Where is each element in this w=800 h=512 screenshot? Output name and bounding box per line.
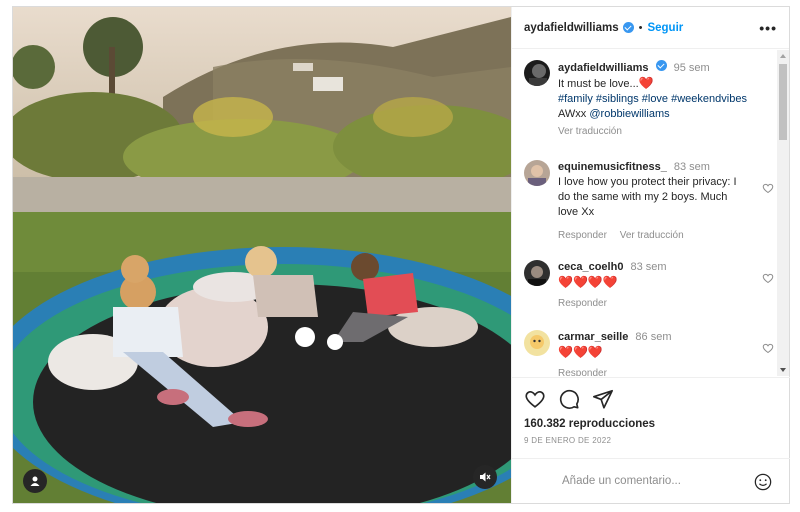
add-comment-bar xyxy=(512,458,790,503)
speaker-muted-icon xyxy=(480,472,491,482)
author-username[interactable]: aydafieldwilliams xyxy=(524,22,619,34)
comment-username[interactable]: ceca_coelh0 xyxy=(558,261,623,273)
comment-text: I love how you protect their privacy: I … xyxy=(558,176,737,218)
post-date[interactable]: 9 DE ENERO DE 2022 xyxy=(524,436,611,445)
see-translation-link[interactable]: Ver traducción xyxy=(620,230,684,241)
comment-username[interactable]: equinemusicfitness_ xyxy=(558,161,667,173)
comment-time[interactable]: 83 sem xyxy=(631,261,667,273)
avatar-image xyxy=(524,260,550,286)
caption-meta: Ver traducción xyxy=(558,126,632,137)
comment-text: ❤️❤️❤️ xyxy=(558,345,603,359)
comment-input[interactable] xyxy=(562,475,742,487)
comments-scrollbar[interactable] xyxy=(777,50,789,376)
heart-emoji: ❤️ xyxy=(638,76,654,90)
comments-list[interactable]: aydafieldwilliams 95 sem It must be love… xyxy=(512,50,790,376)
comment-text: ❤️❤️❤️❤️ xyxy=(558,275,618,289)
author-avatar[interactable] xyxy=(524,60,550,86)
comment-meta: Responder xyxy=(558,298,617,309)
caption-username[interactable]: aydafieldwilliams xyxy=(558,62,648,74)
like-comment-heart-icon[interactable] xyxy=(762,272,774,284)
post-header: aydafieldwilliams • Seguir ••• xyxy=(512,7,789,49)
comment-time[interactable]: 83 sem xyxy=(674,161,710,173)
like-comment-heart-icon[interactable] xyxy=(762,342,774,354)
comment-meta: Responder xyxy=(558,368,617,376)
commenter-avatar[interactable] xyxy=(524,330,550,356)
follow-button[interactable]: Seguir xyxy=(647,22,683,34)
caption-mention[interactable]: @robbiewilliams xyxy=(589,108,669,120)
post-photo xyxy=(13,7,511,503)
caption-text: It must be love... xyxy=(558,78,639,90)
comment-bubble-icon[interactable] xyxy=(558,388,580,410)
verified-badge-icon xyxy=(655,60,667,71)
scroll-down-arrow-icon[interactable] xyxy=(780,368,786,372)
more-options-icon[interactable]: ••• xyxy=(759,20,777,36)
see-translation-link[interactable]: Ver traducción xyxy=(558,126,622,137)
user-icon xyxy=(30,476,40,486)
caption-time[interactable]: 95 sem xyxy=(674,62,710,74)
comment-meta: Responder Ver traducción xyxy=(558,230,694,241)
reply-link[interactable]: Responder xyxy=(558,298,607,309)
avatar-image xyxy=(524,60,550,86)
post-media[interactable] xyxy=(13,7,511,503)
avatar-image xyxy=(524,160,550,186)
views-count[interactable]: 160.382 reproducciones xyxy=(524,418,655,430)
post-actions: 160.382 reproducciones 9 DE ENERO DE 202… xyxy=(512,377,790,457)
post-dialog: aydafieldwilliams • Seguir ••• aydafield… xyxy=(12,6,790,504)
scrollbar-thumb[interactable] xyxy=(779,64,787,140)
comment-time[interactable]: 86 sem xyxy=(635,331,671,343)
commenter-avatar[interactable] xyxy=(524,160,550,186)
like-comment-heart-icon[interactable] xyxy=(762,182,774,194)
emoji-smiley-icon[interactable] xyxy=(754,473,772,491)
post-side-panel: aydafieldwilliams • Seguir ••• aydafield… xyxy=(511,7,790,503)
separator-dot: • xyxy=(638,21,643,34)
verified-badge-icon xyxy=(622,22,634,33)
mute-button[interactable] xyxy=(473,465,497,489)
comment-username[interactable]: carmar_seille xyxy=(558,331,628,343)
commenter-avatar[interactable] xyxy=(524,260,550,286)
scroll-up-arrow-icon[interactable] xyxy=(780,54,786,58)
caption-signoff: AWxx xyxy=(558,108,590,120)
avatar-image xyxy=(524,330,550,356)
share-paper-plane-icon[interactable] xyxy=(592,388,614,410)
like-heart-icon[interactable] xyxy=(524,388,546,410)
tagged-users-button[interactable] xyxy=(23,469,47,493)
reply-link[interactable]: Responder xyxy=(558,368,607,376)
caption-hashtags[interactable]: #family #siblings #love #weekendvibes xyxy=(558,93,747,105)
reply-link[interactable]: Responder xyxy=(558,230,607,241)
